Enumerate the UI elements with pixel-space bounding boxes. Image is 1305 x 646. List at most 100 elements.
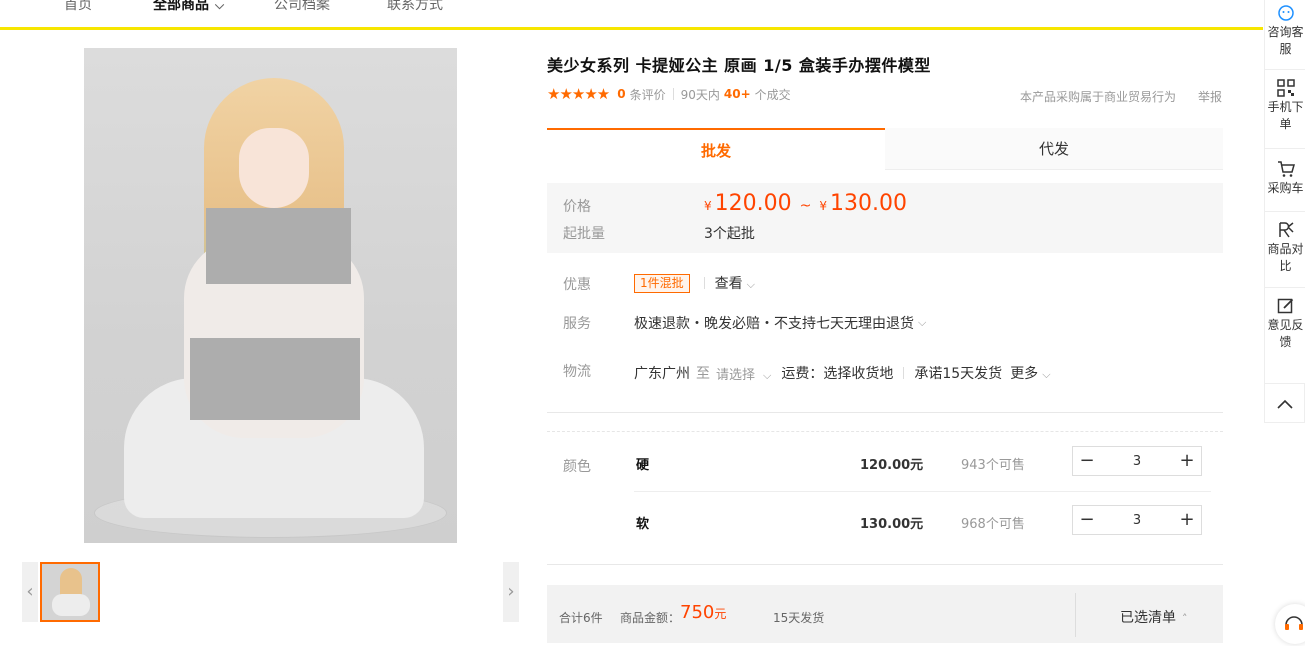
total-count: 合计6件 xyxy=(559,611,603,625)
increment-button[interactable]: + xyxy=(1173,447,1201,475)
censor-block-bottom xyxy=(190,338,360,420)
product-title: 美少女系列 卡提娅公主 原画 1/5 盒装手办摆件模型 xyxy=(547,56,931,75)
service-value[interactable]: 极速退款・晚发必赔・不支持七天无理由退货 ⌵ xyxy=(634,313,926,333)
sidebar-item-label: 手机下单 xyxy=(1267,100,1304,131)
quantity-input[interactable]: 3 xyxy=(1101,513,1173,528)
sidebar-item-feedback[interactable]: 意见反馈 xyxy=(1265,289,1305,369)
ship-to-word: 至 xyxy=(696,366,710,382)
logistics-more-button[interactable]: 更多 ⌵ xyxy=(1010,363,1050,383)
sales-count: 40+ xyxy=(723,87,751,101)
sidebar-item-cart[interactable]: 采购车 xyxy=(1265,150,1305,212)
decrement-button[interactable]: − xyxy=(1073,506,1101,534)
order-summary-bar: 合计6件 商品金额： 750元 15天发货 已选清单 ˄ xyxy=(547,585,1223,643)
chevron-left-icon: ‹ xyxy=(26,581,34,602)
floating-help-button[interactable] xyxy=(1275,604,1305,644)
amount-label: 商品金额： xyxy=(620,611,681,625)
chevron-down-icon: ⌵ xyxy=(215,0,225,12)
chevron-up-icon xyxy=(1276,399,1293,409)
right-sidebar: 咨询客服 手机下单 采购车 商品对比 意见反馈 xyxy=(1264,0,1305,422)
sidebar-item-compare[interactable]: 商品对比 xyxy=(1265,213,1305,288)
price-box: 价格 ¥120.00 ~ ¥130.00 起批量 3个起批 xyxy=(547,183,1223,253)
amount-unit: 元 xyxy=(714,607,727,621)
decrement-button[interactable]: − xyxy=(1073,447,1101,475)
review-count[interactable]: 0 xyxy=(617,87,625,101)
quantity-stepper: − 3 + xyxy=(1072,505,1202,535)
cart-icon xyxy=(1277,161,1295,177)
sidebar-item-customer-service[interactable]: 咨询客服 xyxy=(1265,0,1305,70)
figure-face xyxy=(239,128,309,208)
sku-color-label: 颜色 xyxy=(563,459,591,475)
thumb-figure-body xyxy=(52,594,90,616)
increment-button[interactable]: + xyxy=(1173,506,1201,534)
promo-badge: 1件混批 xyxy=(634,273,690,293)
price-min: 120.00 xyxy=(714,191,792,216)
chevron-down-icon: ⌵ xyxy=(918,316,927,329)
qr-code-icon xyxy=(1276,79,1295,97)
thumb-next-button[interactable]: › xyxy=(503,562,519,622)
nav-contact[interactable]: 联系方式 xyxy=(387,0,443,14)
section-divider xyxy=(547,564,1223,565)
amount-value: 750元 xyxy=(680,602,726,623)
nav-all-products[interactable]: 全部商品 ⌵ xyxy=(153,0,224,14)
ship-from: 广东广州 xyxy=(634,366,690,382)
price-max: 130.00 xyxy=(830,191,907,216)
business-note: 本产品采购属于商业贸易行为 xyxy=(1020,90,1177,104)
price-range: ¥120.00 ~ ¥130.00 xyxy=(704,191,907,216)
divider xyxy=(672,88,674,100)
chevron-down-icon: ⌵ xyxy=(746,278,755,291)
thumb-prev-button[interactable]: ‹ xyxy=(22,562,38,622)
nav-company-profile[interactable]: 公司档案 xyxy=(274,0,330,14)
nav-home[interactable]: 首页 xyxy=(64,0,92,14)
chevron-down-icon: ⌵ xyxy=(1042,368,1051,381)
sku-name: 硬 xyxy=(636,458,650,473)
edit-icon xyxy=(1277,298,1293,314)
main-product-image[interactable] xyxy=(84,48,457,543)
destination-placeholder: 请选择 xyxy=(716,367,756,383)
logistics-value: 广东广州 至 请选择 ⌵ 运费：选择收货地 承诺15天发货 更多 ⌵ xyxy=(634,363,1051,383)
rating-row: ★★★★★ 0 条评价 90天内 40+ 个成交 xyxy=(547,85,791,103)
star-rating-icon: ★★★★★ xyxy=(547,85,610,103)
report-link[interactable]: 举报 xyxy=(1198,88,1222,105)
promo-view-button[interactable]: 查看 ⌵ xyxy=(715,273,755,293)
promo-label: 优惠 xyxy=(563,277,591,293)
sidebar-item-label: 采购车 xyxy=(1267,181,1304,195)
quantity-input[interactable]: 3 xyxy=(1101,454,1173,469)
sku-divider xyxy=(634,491,1211,492)
selected-list-label: 已选清单 xyxy=(1120,610,1176,626)
sidebar-item-label: 商品对比 xyxy=(1267,242,1304,273)
sku-name: 软 xyxy=(636,517,650,532)
freight-text: 运费：选择收货地 xyxy=(781,366,894,382)
divider xyxy=(1075,593,1076,637)
tab-wholesale[interactable]: 批发 xyxy=(547,128,885,170)
service-label: 服务 xyxy=(563,316,591,332)
section-divider xyxy=(547,412,1223,413)
section-divider xyxy=(547,431,1223,432)
tab-dropship[interactable]: 代发 xyxy=(885,128,1223,170)
chevron-down-icon: ⌵ xyxy=(763,368,772,382)
promo-view-label: 查看 xyxy=(714,276,743,292)
logistics-more-label: 更多 xyxy=(1010,366,1039,382)
divider xyxy=(703,277,705,289)
back-to-top-button[interactable] xyxy=(1264,383,1305,423)
chat-icon xyxy=(1277,5,1294,21)
thumbnail-1[interactable] xyxy=(40,562,100,622)
ship-promise: 承诺15天发货 xyxy=(914,366,1003,382)
chevron-up-icon: ˄ xyxy=(1182,612,1188,625)
moq-value: 3个起批 xyxy=(704,226,755,242)
service-text: 极速退款・晚发必赔・不支持七天无理由退货 xyxy=(634,316,914,332)
selected-list-button[interactable]: 已选清单 ˄ xyxy=(1120,607,1188,627)
sidebar-item-label: 咨询客服 xyxy=(1267,25,1304,56)
sidebar-item-mobile-order[interactable]: 手机下单 xyxy=(1265,71,1305,149)
price-label: 价格 xyxy=(563,199,591,215)
sku-price: 120.00元 xyxy=(860,458,924,473)
censor-block-top xyxy=(206,208,351,284)
sales-suffix: 个成交 xyxy=(754,87,791,102)
moq-label: 起批量 xyxy=(563,226,605,242)
destination-selector[interactable]: 请选择 ⌵ xyxy=(716,364,771,383)
headset-icon xyxy=(1285,616,1303,630)
sales-prefix: 90天内 xyxy=(680,87,720,102)
sku-stock: 943个可售 xyxy=(961,458,1025,473)
divider xyxy=(903,367,905,379)
review-suffix: 条评价 xyxy=(629,87,666,102)
amount-number: 750 xyxy=(680,602,715,623)
